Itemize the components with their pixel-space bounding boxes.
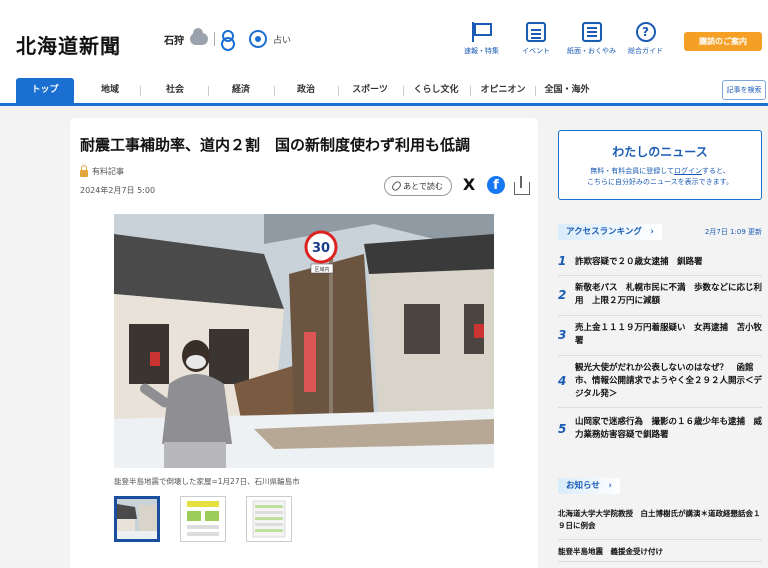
tab-region[interactable]: 地域 bbox=[84, 78, 136, 103]
cloud-icon bbox=[190, 28, 208, 45]
thumbnail-image bbox=[252, 500, 286, 538]
article-photo[interactable]: 30 区域内 bbox=[114, 214, 494, 468]
divider bbox=[535, 86, 536, 96]
category-nav: トップ 地域 社会 経済 政治 スポーツ くらし文化 オピニオン 全国・海外 記… bbox=[0, 78, 768, 106]
fortune-icon[interactable] bbox=[249, 30, 267, 48]
photo-thumbnail-3[interactable] bbox=[246, 496, 292, 542]
weather-widget[interactable]: 石狩 占い bbox=[164, 28, 291, 51]
rank-number: 3 bbox=[558, 328, 567, 342]
article-title: 耐震工事補助率、道内２割 国の新制度使わず利用も低調 bbox=[80, 136, 471, 154]
ranking-item[interactable]: 4 観光大使がだれか公表しないのはなぜ？ 函館市、情報公開請求でようやく全２９２… bbox=[558, 362, 762, 408]
rank-headline: 山岡家で迷惑行為 撮影の１６歳少年も逮捕 威力業務妨害容疑で釧路署 bbox=[575, 417, 763, 440]
calendar-icon bbox=[526, 22, 546, 42]
divider bbox=[403, 86, 404, 96]
tab-national[interactable]: 全国・海外 bbox=[538, 78, 596, 103]
divider bbox=[338, 86, 339, 96]
tab-politics[interactable]: 政治 bbox=[278, 78, 334, 103]
photo-thumbnail-1[interactable] bbox=[114, 496, 160, 542]
snowman-icon bbox=[221, 30, 235, 51]
article-search-button[interactable]: 記事を検索 bbox=[722, 80, 766, 100]
my-news-title: わたしのニュース bbox=[612, 145, 708, 159]
ranking-item[interactable]: 3 売上金１１１９万円着服疑い 女再逮捕 苫小牧署 bbox=[558, 322, 762, 356]
subscribe-button[interactable]: 購読のご案内 bbox=[684, 32, 762, 51]
ranking-link[interactable]: アクセスランキング › bbox=[558, 224, 662, 240]
paperclip-icon bbox=[390, 179, 403, 193]
ranking-item[interactable]: 1 詐欺容疑で２０歳女逮捕 釧路署 bbox=[558, 254, 762, 276]
thumbnail-image bbox=[187, 501, 219, 536]
rank-number: 5 bbox=[558, 422, 567, 436]
notice-item[interactable]: 能登半島地震 義援金受け付け bbox=[558, 546, 762, 562]
paid-badge: 有料記事 bbox=[80, 164, 124, 177]
tab-sports[interactable]: スポーツ bbox=[342, 78, 398, 103]
header-nav-label: 紙面・おくやみ bbox=[567, 47, 616, 55]
ranking-updated-time: 2月7日 1:09 更新 bbox=[704, 228, 762, 236]
tab-society[interactable]: 社会 bbox=[146, 78, 204, 103]
divider bbox=[140, 86, 141, 96]
header-nav-label: イベント bbox=[522, 47, 550, 55]
thumbnail-image bbox=[117, 499, 157, 539]
tab-top[interactable]: トップ bbox=[16, 78, 74, 103]
notice-item[interactable]: 北海道大学大学院教授 白土博樹氏が講演＊道政経懇話会１９日に例会 bbox=[558, 508, 762, 540]
site-header: 北海道新聞 石狩 占い 速報・特集 イベント 紙面・おくやみ ? 総合ガイド 購… bbox=[0, 0, 768, 78]
fortune-label[interactable]: 占い bbox=[273, 33, 291, 46]
site-logo[interactable]: 北海道新聞 bbox=[16, 30, 121, 59]
rank-number: 2 bbox=[558, 288, 567, 302]
my-news-box[interactable]: わたしのニュース 無料・有料会員に登録してログインすると、 こちらに自分好みのニ… bbox=[558, 130, 762, 200]
header-nav-paper[interactable]: 紙面・おくやみ bbox=[567, 22, 616, 56]
share-icon[interactable] bbox=[514, 176, 530, 195]
read-later-label: あとで読む bbox=[403, 181, 443, 191]
photo-thumbnail-2[interactable] bbox=[180, 496, 226, 542]
divider bbox=[470, 86, 471, 96]
x-share-icon[interactable]: X bbox=[460, 176, 478, 194]
header-nav-events[interactable]: イベント bbox=[522, 22, 550, 56]
article-card: 耐震工事補助率、道内２割 国の新制度使わず利用も低調 有料記事 2024年2月7… bbox=[70, 118, 538, 568]
lock-icon bbox=[80, 164, 88, 177]
facebook-share-icon[interactable]: f bbox=[487, 176, 505, 194]
collapsed-houses-photo: 30 区域内 bbox=[114, 214, 494, 468]
flag-icon bbox=[471, 22, 492, 42]
ranking-header: アクセスランキング › 2月7日 1:09 更新 bbox=[558, 224, 762, 240]
rank-headline: 観光大使がだれか公表しないのはなぜ？ 函館市、情報公開請求でようやく全２９２人開… bbox=[575, 363, 763, 399]
tab-opinion[interactable]: オピニオン bbox=[473, 78, 533, 103]
divider bbox=[274, 86, 275, 96]
speed-sign-zone: 区域内 bbox=[314, 266, 329, 273]
rank-headline: 新敬老パス 札幌市民に不満 歩数などに応じ利用 上限２万円に減額 bbox=[575, 283, 763, 306]
rank-headline: 詐欺容疑で２０歳女逮捕 釧路署 bbox=[575, 257, 703, 267]
article-date: 2024年2月7日 5:00 bbox=[80, 186, 156, 195]
paid-label: 有料記事 bbox=[92, 167, 124, 176]
read-later-button[interactable]: あとで読む bbox=[384, 176, 452, 196]
rank-number: 4 bbox=[558, 374, 567, 388]
my-news-text: すると、 bbox=[702, 167, 730, 175]
tab-economy[interactable]: 経済 bbox=[212, 78, 270, 103]
divider bbox=[214, 32, 215, 46]
divider bbox=[208, 86, 209, 96]
speed-sign-value: 30 bbox=[312, 241, 330, 256]
tab-lifestyle[interactable]: くらし文化 bbox=[406, 78, 466, 103]
header-nav-breaking[interactable]: 速報・特集 bbox=[464, 22, 499, 56]
my-news-description: 無料・有料会員に登録してログインすると、 こちらに自分好みのニュースを表示できま… bbox=[559, 166, 761, 188]
rank-number: 1 bbox=[558, 254, 567, 268]
notice-header: お知らせ › bbox=[558, 478, 762, 494]
rank-headline: 売上金１１１９万円着服疑い 女再逮捕 苫小牧署 bbox=[575, 323, 763, 346]
ranking-item[interactable]: 5 山岡家で迷惑行為 撮影の１６歳少年も逮捕 威力業務妨害容疑で釧路署 bbox=[558, 416, 762, 450]
photo-caption: 能登半島地震で倒壊した家屋=1月27日、石川県輪島市 bbox=[114, 477, 300, 486]
ranking-item[interactable]: 2 新敬老パス 札幌市民に不満 歩数などに応じ利用 上限２万円に減額 bbox=[558, 282, 762, 316]
newspaper-icon bbox=[581, 22, 602, 42]
login-link[interactable]: ログイン bbox=[674, 167, 702, 175]
notice-link[interactable]: お知らせ › bbox=[558, 478, 620, 494]
header-nav-guide[interactable]: ? 総合ガイド bbox=[628, 22, 663, 56]
header-nav-label: 速報・特集 bbox=[464, 47, 499, 55]
help-icon: ? bbox=[635, 22, 656, 42]
my-news-text: こちらに自分好みのニュースを表示できます。 bbox=[587, 178, 733, 186]
weather-location: 石狩 bbox=[164, 35, 184, 47]
my-news-text: 無料・有料会員に登録して bbox=[590, 167, 675, 175]
header-nav-label: 総合ガイド bbox=[628, 47, 663, 55]
